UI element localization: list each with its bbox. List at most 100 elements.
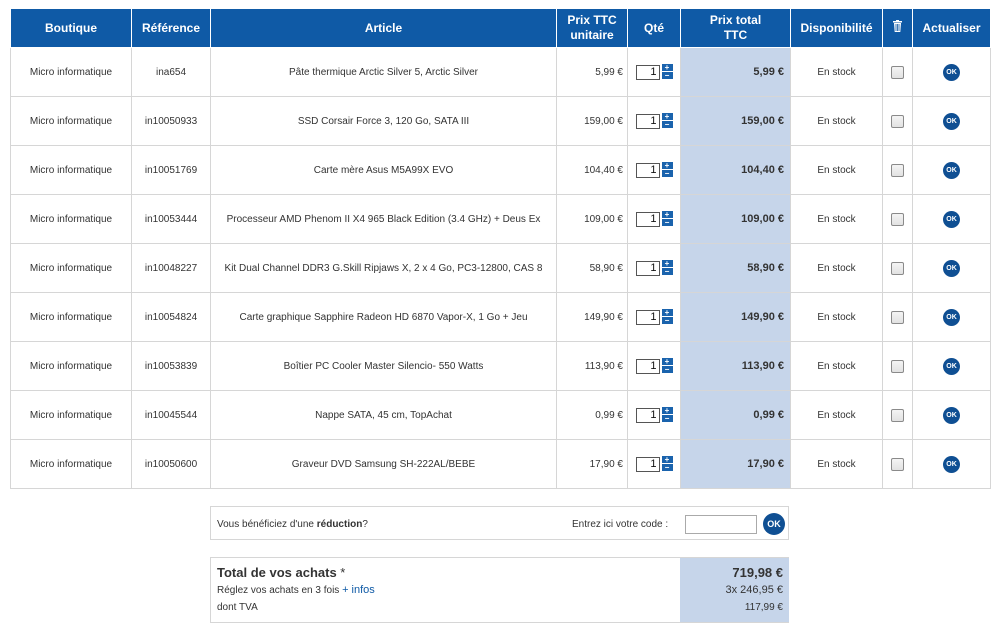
update-ok-button[interactable]: OK xyxy=(943,455,960,473)
table-row: Micro informatique in10053444 Processeur A… xyxy=(10,194,991,244)
delete-checkbox[interactable] xyxy=(891,114,904,128)
quantity-arrows: + − xyxy=(661,64,673,80)
delete-checkbox[interactable] xyxy=(891,359,904,373)
update-ok-button[interactable]: OK xyxy=(943,161,960,179)
quantity-increase-button[interactable]: + xyxy=(661,456,673,464)
cell-total: 17,90 € xyxy=(680,439,791,489)
quantity-stepper: 1 + − xyxy=(635,211,673,227)
quantity-arrows: + − xyxy=(661,260,673,276)
update-ok-button[interactable]: OK xyxy=(943,406,960,424)
quantity-input[interactable]: 1 xyxy=(635,456,660,472)
discount-bar: Vous bénéficiez d'une réduction? Entrez … xyxy=(210,506,789,540)
quantity-input[interactable]: 1 xyxy=(635,162,660,178)
quantity-increase-button[interactable]: + xyxy=(661,358,673,366)
table-row: Micro informatique in10050933 SSD Corsair … xyxy=(10,96,991,146)
delete-checkbox[interactable] xyxy=(891,310,904,324)
quantity-input[interactable]: 1 xyxy=(635,211,660,227)
cell-availability: En stock xyxy=(790,439,883,489)
header-shop: Boutique xyxy=(10,9,132,48)
update-ok-button[interactable]: OK xyxy=(943,357,960,375)
table-row: Micro informatique in10048227 Kit Dual Cha… xyxy=(10,243,991,293)
cell-qty: 1 + − xyxy=(627,145,681,195)
cell-reference: in10051769 xyxy=(131,145,211,195)
delete-checkbox[interactable] xyxy=(891,163,904,177)
cell-shop: Micro informatique xyxy=(10,341,132,391)
quantity-arrows: + − xyxy=(661,407,673,423)
quantity-decrease-button[interactable]: − xyxy=(661,268,673,276)
cell-unit-price: 159,00 € xyxy=(556,96,628,146)
cell-shop: Micro informatique xyxy=(10,243,132,293)
delete-checkbox[interactable] xyxy=(891,408,904,422)
promo-code-input[interactable] xyxy=(685,515,757,534)
quantity-input[interactable]: 1 xyxy=(635,260,660,276)
cell-unit-price: 0,99 € xyxy=(556,390,628,440)
quantity-decrease-button[interactable]: − xyxy=(661,366,673,374)
infos-link[interactable]: + infos xyxy=(342,584,375,596)
quantity-decrease-button[interactable]: − xyxy=(661,72,673,80)
quantity-decrease-button[interactable]: − xyxy=(661,317,673,325)
discount-bold: réduction xyxy=(316,519,363,530)
quantity-decrease-button[interactable]: − xyxy=(661,219,673,227)
cell-shop: Micro informatique xyxy=(10,47,132,97)
header-unit-price-line2: unitaire xyxy=(570,28,614,42)
table-row: Micro informatique in10050600 Graveur DVD … xyxy=(10,439,991,489)
quantity-input[interactable]: 1 xyxy=(635,113,660,129)
quantity-decrease-button[interactable]: − xyxy=(661,464,673,472)
discount-prefix: Vous bénéficiez d'une xyxy=(217,519,317,530)
cell-qty: 1 + − xyxy=(627,439,681,489)
discount-suffix: ? xyxy=(362,519,368,530)
cell-article: Carte graphique Sapphire Radeon HD 6870 … xyxy=(210,292,557,342)
quantity-input[interactable]: 1 xyxy=(635,64,660,80)
delete-checkbox[interactable] xyxy=(891,457,904,471)
delete-checkbox[interactable] xyxy=(891,65,904,79)
header-availability: Disponibilité xyxy=(790,9,883,48)
cell-total: 159,00 € xyxy=(680,96,791,146)
header-qty: Qté xyxy=(627,9,681,48)
cell-shop: Micro informatique xyxy=(10,390,132,440)
installments-value: 3x 246,95 € xyxy=(725,584,784,596)
quantity-stepper: 1 + − xyxy=(635,64,673,80)
cell-update: OK xyxy=(912,47,991,97)
cell-availability: En stock xyxy=(790,243,883,293)
quantity-increase-button[interactable]: + xyxy=(661,407,673,415)
cell-shop: Micro informatique xyxy=(10,439,132,489)
cell-article: Kit Dual Channel DDR3 G.Skill Ripjaws X,… xyxy=(210,243,557,293)
quantity-increase-button[interactable]: + xyxy=(661,309,673,317)
quantity-stepper: 1 + − xyxy=(635,162,673,178)
cell-delete xyxy=(882,292,913,342)
order-summary: Total de vos achats * 719,98 € Réglez vo… xyxy=(210,557,789,623)
table-row: Micro informatique in10054824 Carte graphi… xyxy=(10,292,991,342)
cell-reference: in10053444 xyxy=(131,194,211,244)
cell-unit-price: 5,99 € xyxy=(556,47,628,97)
quantity-increase-button[interactable]: + xyxy=(661,113,673,121)
update-ok-button[interactable]: OK xyxy=(943,308,960,326)
cell-total: 149,90 € xyxy=(680,292,791,342)
delete-checkbox[interactable] xyxy=(891,261,904,275)
quantity-decrease-button[interactable]: − xyxy=(661,170,673,178)
cell-availability: En stock xyxy=(790,96,883,146)
quantity-stepper: 1 + − xyxy=(635,309,673,325)
quantity-decrease-button[interactable]: − xyxy=(661,415,673,423)
quantity-increase-button[interactable]: + xyxy=(661,260,673,268)
update-ok-button[interactable]: OK xyxy=(943,63,960,81)
cell-article: Carte mère Asus M5A99X EVO xyxy=(210,145,557,195)
quantity-increase-button[interactable]: + xyxy=(661,162,673,170)
update-ok-button[interactable]: OK xyxy=(943,112,960,130)
cell-update: OK xyxy=(912,390,991,440)
quantity-input[interactable]: 1 xyxy=(635,358,660,374)
cell-total: 58,90 € xyxy=(680,243,791,293)
cell-shop: Micro informatique xyxy=(10,96,132,146)
promo-ok-button[interactable]: OK xyxy=(763,513,785,535)
header-reference: Référence xyxy=(131,9,211,48)
quantity-decrease-button[interactable]: − xyxy=(661,121,673,129)
cell-shop: Micro informatique xyxy=(10,194,132,244)
quantity-input[interactable]: 1 xyxy=(635,407,660,423)
delete-checkbox[interactable] xyxy=(891,212,904,226)
quantity-input[interactable]: 1 xyxy=(635,309,660,325)
cell-qty: 1 + − xyxy=(627,96,681,146)
update-ok-button[interactable]: OK xyxy=(943,210,960,228)
update-ok-button[interactable]: OK xyxy=(943,259,960,277)
quantity-increase-button[interactable]: + xyxy=(661,211,673,219)
cell-article: SSD Corsair Force 3, 120 Go, SATA III xyxy=(210,96,557,146)
quantity-increase-button[interactable]: + xyxy=(661,64,673,72)
